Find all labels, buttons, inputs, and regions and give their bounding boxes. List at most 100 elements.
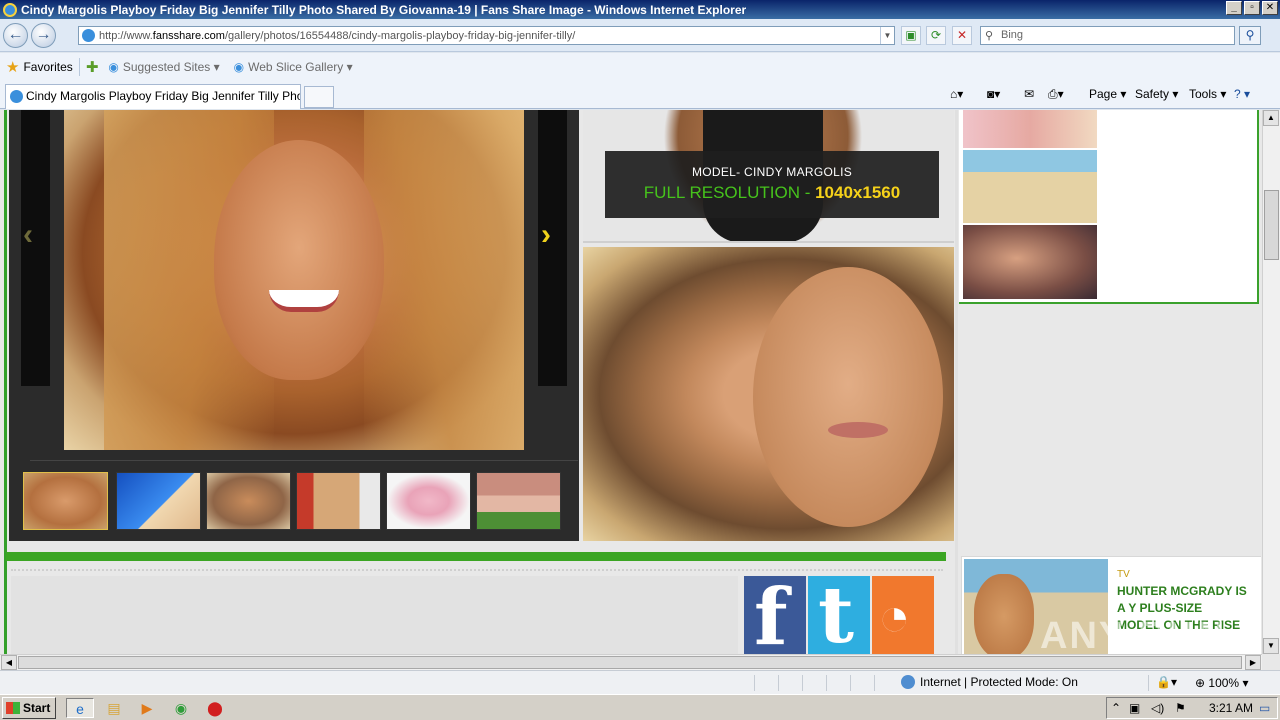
action-center-flag-icon[interactable]: ⚑ <box>1175 701 1186 715</box>
gallery-thumbnail-5[interactable] <box>386 472 471 530</box>
maximize-button[interactable]: ▫ <box>1244 1 1260 15</box>
tab-row: Cindy Margolis Playboy Friday Big Jennif… <box>0 81 1280 109</box>
status-cell <box>778 675 779 691</box>
related-thumbnail-2[interactable] <box>963 150 1097 223</box>
help-menu[interactable]: ? ▾ <box>1234 87 1250 101</box>
minimize-button[interactable]: _ <box>1226 1 1242 15</box>
address-row: ← → http://www. fansshare.com/gallery/pho… <box>0 19 1280 52</box>
address-field[interactable]: http://www. fansshare.com/gallery/photos/… <box>78 26 895 45</box>
main-photo-face <box>214 140 384 380</box>
related-thumbnail-3[interactable] <box>963 225 1097 299</box>
network-icon[interactable]: ▣ <box>1129 701 1140 715</box>
search-input[interactable]: ⚲ Bing <box>980 26 1235 45</box>
tools-menu[interactable]: Tools ▾ <box>1189 87 1226 101</box>
favorites-bar: ★ Favorites ✚ ◉ Suggested Sites ▾ ◉ Web … <box>0 53 1280 81</box>
protected-mode-lock-icon[interactable]: 🔒▾ <box>1156 675 1177 689</box>
main-photo[interactable] <box>64 110 524 450</box>
taskbar-clock[interactable]: 3:21 AM <box>1209 701 1253 715</box>
gallery-thumbnail-6[interactable] <box>476 472 561 530</box>
home-icon[interactable]: ⌂▾ <box>950 87 963 101</box>
horizontal-scrollbar[interactable]: ◀ ▶ <box>0 654 1262 670</box>
url-path: /gallery/photos/16554488/cindy-margolis-… <box>224 29 576 42</box>
search-button[interactable]: ⚲ <box>1239 26 1261 45</box>
related-thumbnails <box>959 110 1259 304</box>
print-icon[interactable]: ⎙▾ <box>1048 87 1064 102</box>
add-favorites-button[interactable]: ✚ <box>86 58 103 76</box>
zoom-level: 100% <box>1208 676 1240 690</box>
tray-expand-icon[interactable]: ⌃ <box>1111 701 1121 715</box>
mail-icon[interactable]: ✉ <box>1024 87 1034 101</box>
security-zone[interactable]: Internet | Protected Mode: On <box>901 675 1078 689</box>
vertical-scroll-thumb[interactable] <box>1264 190 1279 260</box>
explorer-taskbar-icon[interactable]: ▤ <box>104 698 124 718</box>
system-tray: ⌃ ▣ ◁) ⚑ 3:21 AM ▭ <box>1106 697 1278 719</box>
resolution-line: FULL RESOLUTION - 1040x1560 <box>605 183 939 203</box>
gallery-thumbnail-2[interactable] <box>116 472 201 530</box>
suggested-sites-link[interactable]: ◉ Suggested Sites ▾ <box>108 60 219 74</box>
closeup-photo-face <box>753 267 943 527</box>
compatibility-view-button[interactable]: ▣ <box>901 26 921 45</box>
stop-button[interactable]: ✕ <box>952 26 972 45</box>
status-cell <box>874 675 875 691</box>
scroll-up-icon[interactable]: ▲ <box>1263 110 1279 126</box>
resolution-overlay: MODEL- CINDY MARGOLIS FULL RESOLUTION - … <box>605 151 939 218</box>
separator <box>78 58 80 76</box>
scroll-left-icon[interactable]: ◀ <box>1 655 17 670</box>
search-engine-icon: ⚲ <box>985 30 994 42</box>
scroll-right-icon[interactable]: ▶ <box>1245 655 1261 670</box>
windows-flag-icon <box>6 702 20 714</box>
window-title: Cindy Margolis Playboy Friday Big Jennif… <box>21 2 747 17</box>
forward-button[interactable]: → <box>31 23 56 48</box>
zoom-icon: ⊕ <box>1195 676 1206 690</box>
close-button[interactable]: ✕ <box>1262 1 1278 15</box>
status-bar: Internet | Protected Mode: On 🔒▾ ⊕ 100% … <box>0 670 1280 694</box>
taskbar-ie-button[interactable]: e <box>66 698 94 718</box>
refresh-button[interactable]: ⟳ <box>926 26 946 45</box>
security-zone-label: Internet | Protected Mode: On <box>920 675 1078 689</box>
address-dropdown-icon[interactable]: ▼ <box>880 27 894 44</box>
safety-menu[interactable]: Safety ▾ <box>1135 87 1178 101</box>
show-desktop-icon[interactable]: ▭ <box>1259 701 1270 715</box>
facebook-share-button[interactable]: f <box>744 572 806 654</box>
comment-area <box>11 576 738 654</box>
vertical-scrollbar[interactable]: ▲ ▼ <box>1262 110 1280 654</box>
opera-taskbar-icon[interactable]: ⬤ <box>205 698 225 718</box>
page-menu[interactable]: Page ▾ <box>1089 87 1126 101</box>
status-cell <box>1148 675 1149 691</box>
favorites-button[interactable]: ★ Favorites <box>6 58 73 76</box>
news-image-figure <box>974 574 1034 654</box>
zoom-control[interactable]: ⊕ 100% ▾ <box>1195 676 1248 690</box>
tab-page-icon <box>10 90 23 103</box>
next-arrow-button[interactable]: › <box>541 218 551 252</box>
media-player-taskbar-icon[interactable]: ▶ <box>137 698 157 718</box>
tab-current-page[interactable]: Cindy Margolis Playboy Friday Big Jennif… <box>5 84 301 109</box>
search-icon: ⚲ <box>1245 28 1255 42</box>
related-thumbnail-1[interactable] <box>963 110 1097 148</box>
volume-icon[interactable]: ◁) <box>1151 701 1164 715</box>
scroll-down-icon[interactable]: ▼ <box>1263 638 1279 654</box>
gallery-thumbnail-3[interactable] <box>206 472 291 530</box>
favorites-label: Favorites <box>23 60 73 74</box>
facebook-icon: f <box>754 572 788 654</box>
new-tab-button[interactable] <box>304 86 334 108</box>
scroll-corner <box>1262 654 1280 670</box>
status-cell <box>802 675 803 691</box>
thumb-divider <box>30 460 578 461</box>
web-slice-gallery-link[interactable]: ◉ Web Slice Gallery ▾ <box>234 60 353 74</box>
closeup-photo-lips <box>828 422 888 438</box>
closeup-photo[interactable] <box>583 247 954 541</box>
prev-arrow-button[interactable]: ‹ <box>23 218 33 252</box>
left-accent-bar <box>4 110 7 654</box>
gallery-thumbnail-1[interactable] <box>23 472 108 530</box>
ie-logo-icon <box>3 2 17 17</box>
chrome-taskbar-icon[interactable]: ◉ <box>171 698 191 718</box>
url-prefix: http://www. <box>99 29 153 42</box>
horizontal-scroll-thumb[interactable] <box>18 656 1242 669</box>
feeds-icon[interactable]: ◙▾ <box>987 87 1000 101</box>
start-button[interactable]: Start <box>2 697 56 719</box>
gallery-thumbnail-4[interactable] <box>296 472 381 530</box>
watermark-text: ANY RUN <box>1040 615 1227 654</box>
back-button[interactable]: ← <box>3 23 28 48</box>
twitter-share-button[interactable]: t <box>808 570 870 654</box>
rss-share-button[interactable]: ◔ <box>872 576 934 654</box>
